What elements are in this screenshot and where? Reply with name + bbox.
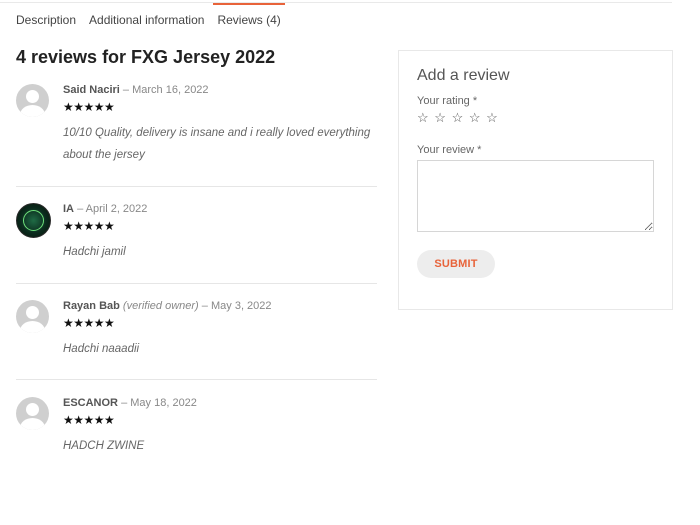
custom-avatar-icon [16,203,51,238]
review-meta: Said Naciri – March 16, 2022 [63,84,209,96]
review-divider [16,379,377,380]
rating-star-5-icon[interactable]: ☆ [486,110,499,125]
tab-additional-information[interactable]: Additional information [89,13,204,37]
review-date: April 2, 2022 [85,203,148,215]
review-meta: ESCANOR – May 18, 2022 [63,397,197,409]
review-author: IA [63,203,74,215]
verified-owner-label: (verified owner) [122,300,199,312]
review-field-label: Your review * [417,144,482,156]
rating-star-2-icon[interactable]: ☆ [434,110,447,125]
rating-star-4-icon[interactable]: ☆ [469,110,482,125]
review-author: Rayan Bab [63,300,120,312]
submit-button[interactable]: SUBMIT [417,250,495,278]
review-text: 10/10 Quality, delivery is insane and i … [63,127,371,161]
default-avatar-icon [16,300,49,333]
rating-stars-input: ☆ ☆ ☆ ☆ ☆ [417,110,499,126]
review-separator: – [122,84,130,96]
star-rating: ★★★★★ [63,316,115,330]
add-review-panel: Add a review Your rating * ☆ ☆ ☆ ☆ ☆ You… [398,50,673,310]
review-text: HADCH ZWINE [63,440,145,452]
rating-label: Your rating * [417,95,478,107]
review-text: Hadchi naaadii [63,343,140,355]
review-date: May 3, 2022 [210,300,272,312]
add-review-title: Add a review [417,67,510,84]
review-date: March 16, 2022 [132,84,209,96]
tab-description[interactable]: Description [16,13,76,37]
product-tabs: Description Additional information Revie… [16,3,294,37]
review-textarea[interactable] [417,160,654,232]
review-author: Said Naciri [63,84,120,96]
review-divider [16,186,377,187]
review-separator: – [201,300,208,312]
tab-reviews[interactable]: Reviews (4) [213,3,286,37]
star-rating: ★★★★★ [63,413,115,427]
default-avatar-icon [16,84,49,117]
review-meta: IA – April 2, 2022 [63,203,147,215]
review-author: ESCANOR [63,397,119,409]
review-divider [16,283,377,284]
star-rating: ★★★★★ [63,219,115,233]
default-avatar-icon [16,397,49,430]
review-meta: Rayan Bab (verified owner) – May 3, 2022 [63,300,272,312]
reviews-heading: 4 reviews for FXG Jersey 2022 [16,47,276,67]
star-rating: ★★★★★ [63,100,115,114]
review-separator: – [77,203,84,215]
top-divider [0,2,672,3]
review-separator: – [121,397,128,409]
review-date: May 18, 2022 [130,397,197,409]
rating-star-3-icon[interactable]: ☆ [452,110,465,125]
review-text: Hadchi jamil [63,246,126,258]
rating-star-1-icon[interactable]: ☆ [417,110,430,125]
